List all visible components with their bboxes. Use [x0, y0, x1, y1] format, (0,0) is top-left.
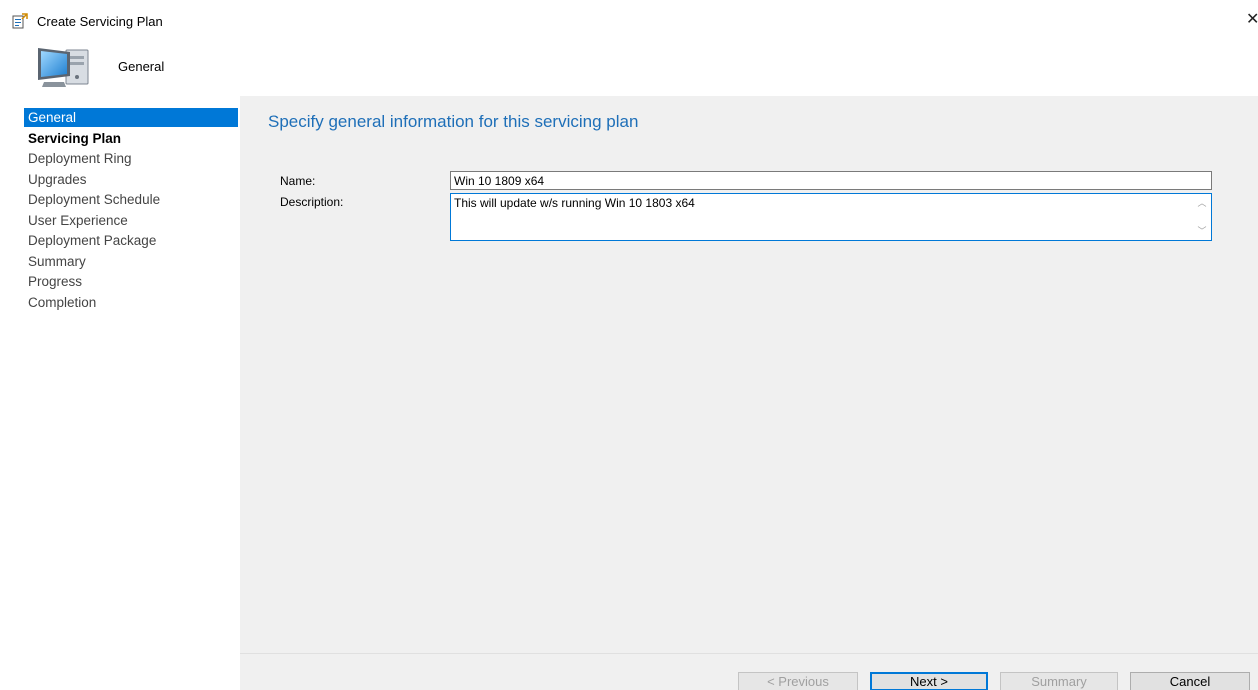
computer-icon — [38, 48, 89, 87]
wizard-header: General — [0, 40, 1258, 94]
sidebar-item-summary[interactable]: Summary — [24, 252, 238, 271]
name-label: Name: — [280, 174, 316, 188]
wizard-icon — [12, 13, 28, 29]
page-heading: Specify general information for this ser… — [268, 112, 639, 131]
wizard-steps-sidebar: General Servicing Plan Deployment Ring U… — [0, 96, 240, 690]
name-field[interactable] — [450, 171, 1212, 190]
sidebar-item-completion[interactable]: Completion — [24, 293, 238, 312]
wizard-footer: < Previous Next > Summary Cancel — [240, 653, 1258, 690]
sidebar-item-deployment-package[interactable]: Deployment Package — [24, 231, 238, 250]
description-field[interactable]: This will update w/s running Win 10 1803… — [450, 193, 1212, 241]
sidebar-item-servicing-plan[interactable]: Servicing Plan — [24, 129, 238, 148]
sidebar-item-progress[interactable]: Progress — [24, 272, 238, 291]
title-bar: Create Servicing Plan ✕ — [0, 0, 1258, 40]
main-panel: Specify general information for this ser… — [240, 96, 1258, 690]
sidebar-item-deployment-schedule[interactable]: Deployment Schedule — [24, 190, 238, 209]
previous-button[interactable]: < Previous — [738, 672, 858, 690]
close-icon[interactable]: ✕ — [1246, 10, 1258, 30]
scroll-up-icon[interactable]: ︿ — [1195, 196, 1209, 210]
sidebar-item-user-experience[interactable]: User Experience — [24, 211, 238, 230]
window-title: Create Servicing Plan — [37, 14, 163, 29]
cancel-button[interactable]: Cancel — [1130, 672, 1250, 690]
description-label: Description: — [280, 195, 344, 209]
sidebar-item-deployment-ring[interactable]: Deployment Ring — [24, 149, 238, 168]
sidebar-item-upgrades[interactable]: Upgrades — [24, 170, 238, 189]
summary-button[interactable]: Summary — [1000, 672, 1118, 690]
next-button[interactable]: Next > — [870, 672, 988, 690]
sidebar-item-general[interactable]: General — [24, 108, 238, 127]
page-header-title: General — [118, 59, 165, 74]
scroll-down-icon[interactable]: ﹀ — [1195, 224, 1209, 238]
